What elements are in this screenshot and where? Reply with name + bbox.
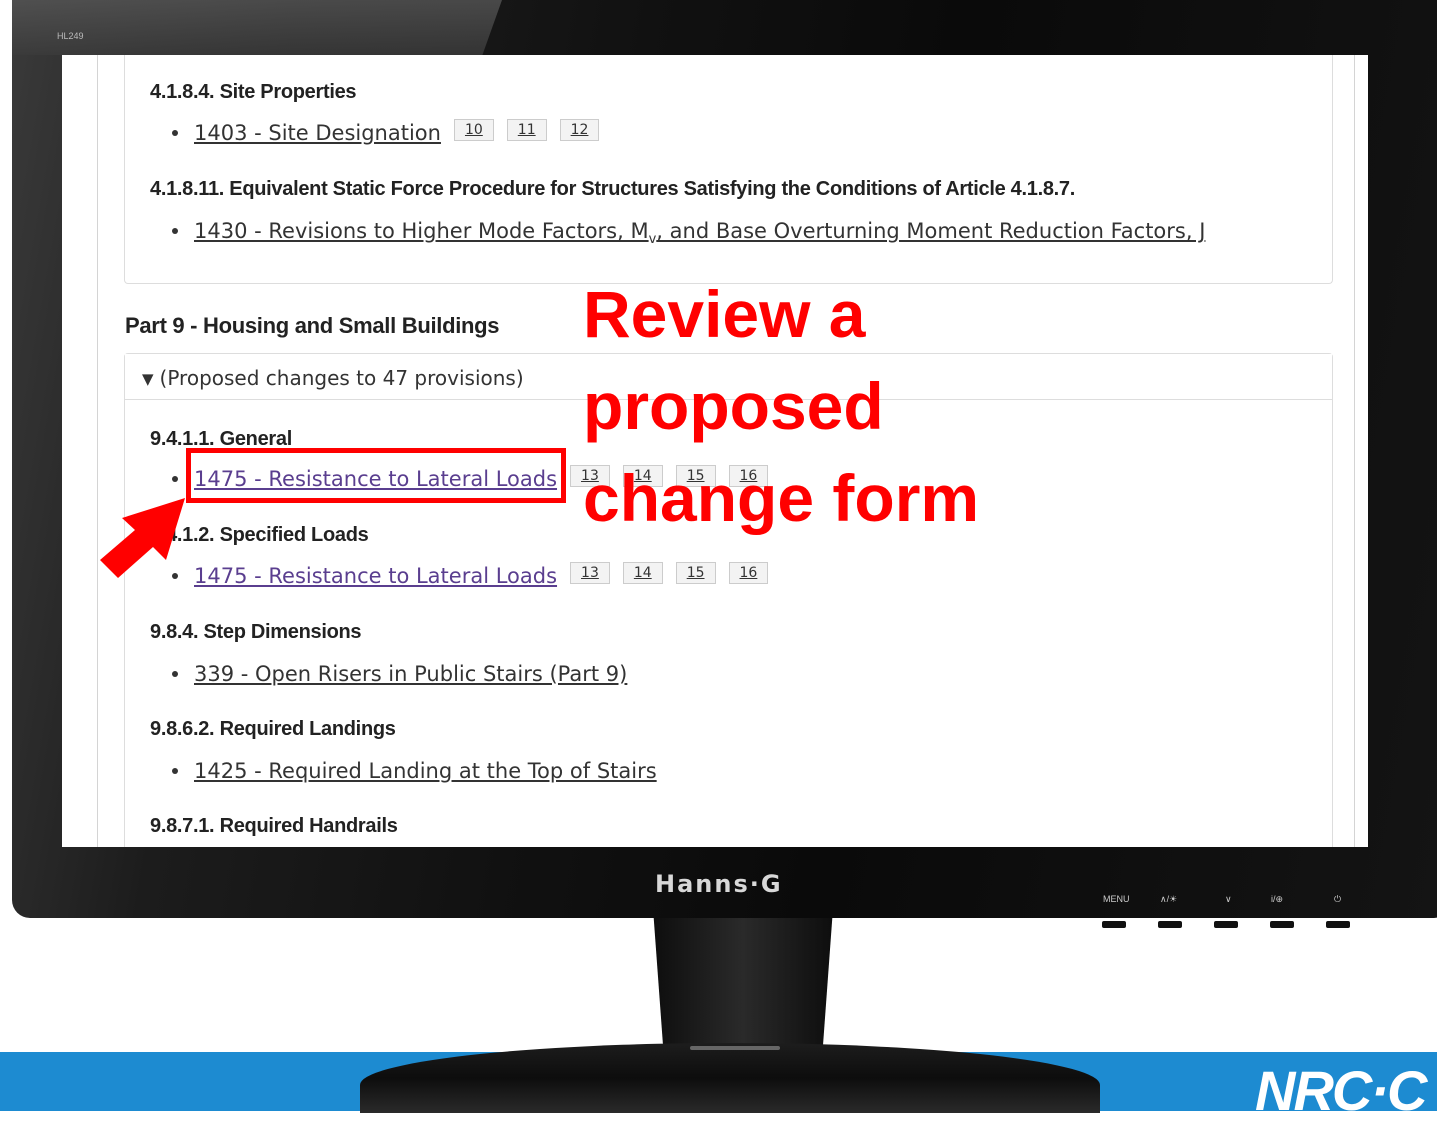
bullet [172, 130, 178, 136]
section-heading: 9.8.7.1. Required Handrails [150, 815, 398, 837]
cycle-tag[interactable]: 13 [570, 562, 610, 584]
up-brightness-button[interactable] [1158, 921, 1182, 928]
toggle-text: (Proposed changes to 47 provisions) [159, 366, 524, 390]
power-icon: ⏻ [1334, 894, 1342, 904]
proposal-link-1425[interactable]: 1425 - Required Landing at the Top of St… [194, 759, 657, 783]
proposal-link-1430[interactable]: 1430 - Revisions to Higher Mode Factors,… [194, 219, 1206, 247]
content-border-left [97, 55, 98, 847]
bullet [172, 671, 178, 677]
cycle-tag[interactable]: 14 [622, 562, 663, 584]
list-item: 1425 - Required Landing at the Top of St… [172, 759, 657, 783]
callout-text: Review a proposed change form [583, 268, 1123, 544]
input-button-label: i/⊕ [1271, 894, 1284, 904]
part-title: Part 9 - Housing and Small Buildings [125, 313, 500, 338]
power-button[interactable] [1326, 921, 1350, 928]
callout-line: change form [583, 461, 980, 535]
list-item: 1430 - Revisions to Higher Mode Factors,… [172, 219, 1205, 247]
nrc-logo: NRC·C [1255, 1059, 1427, 1122]
cycle-tag[interactable]: 11 [506, 119, 547, 141]
menu-button[interactable] [1102, 921, 1126, 928]
proposal-link-1475[interactable]: 1475 - Resistance to Lateral Loads [194, 564, 557, 588]
cycle-tag[interactable]: 16 [728, 562, 769, 584]
bezel-gloss [12, 0, 502, 55]
bullet [172, 228, 178, 234]
section-heading: 4.1.8.4. Site Properties [150, 81, 357, 103]
menu-button-label: MENU [1103, 894, 1130, 904]
proposal-link-339[interactable]: 339 - Open Risers in Public Stairs (Part… [194, 662, 627, 686]
cycle-tag[interactable]: 15 [675, 562, 716, 584]
section-heading: 4.1.8.11. Equivalent Static Force Proced… [150, 178, 1075, 200]
pointer-arrow-icon [100, 498, 185, 578]
callout-line: proposed [583, 369, 884, 443]
list-item: 339 - Open Risers in Public Stairs (Part… [172, 662, 627, 686]
monitor-brand-logo: Hanns·G [655, 870, 783, 898]
link-text: 1430 - Revisions to Higher Mode Factors,… [194, 219, 649, 243]
monitor-neck [653, 918, 833, 1048]
list-item: 1475 - Resistance to Lateral Loads 13 14 15… [172, 562, 769, 590]
stand-highlight [690, 1046, 780, 1050]
proposal-link-1403[interactable]: 1403 - Site Designation [194, 121, 441, 145]
bullet [172, 768, 178, 774]
down-button[interactable] [1214, 921, 1238, 928]
highlight-box [186, 448, 566, 503]
callout-line: Review a [583, 277, 866, 351]
bullet [172, 476, 178, 482]
cycle-tag[interactable]: 12 [559, 119, 600, 141]
input-button[interactable] [1270, 921, 1294, 928]
link-text: , and Base Overturning Moment Reduction … [656, 219, 1206, 243]
cycle-tag[interactable]: 10 [453, 119, 494, 141]
triangle-down-icon: ▼ [142, 370, 154, 388]
list-item: 1403 - Site Designation 10 11 12 [172, 119, 600, 147]
up-brightness-button-label: ∧/☀ [1160, 894, 1178, 904]
down-button-label: ∨ [1225, 894, 1232, 904]
toggle-label: ▼ (Proposed changes to 47 provisions) [142, 366, 524, 390]
section-heading: 9.8.4. Step Dimensions [150, 621, 362, 643]
content-border-right [1354, 55, 1355, 847]
section-heading: 9.8.6.2. Required Landings [150, 718, 396, 740]
monitor-model-label: HL249 [57, 31, 84, 41]
